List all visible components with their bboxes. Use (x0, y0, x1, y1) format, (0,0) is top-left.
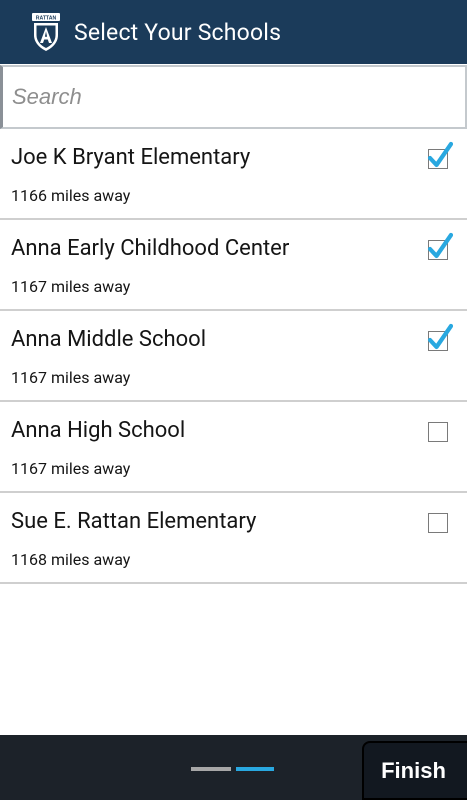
school-distance: 1166 miles away (11, 186, 131, 205)
school-row[interactable]: Sue E. Rattan Elementary 1168 miles away (0, 493, 467, 584)
school-list: Joe K Bryant Elementary 1166 miles away … (0, 129, 467, 584)
checkmark-icon (427, 323, 453, 350)
footer-bar: Finish (0, 735, 467, 800)
school-checkbox[interactable] (428, 513, 448, 533)
rattan-logo-icon: RATTAN (31, 12, 61, 52)
school-row[interactable]: Anna Middle School 1167 miles away (0, 311, 467, 402)
page-indicator-1 (191, 767, 231, 771)
school-distance: 1167 miles away (11, 277, 131, 296)
school-name: Joe K Bryant Elementary (11, 145, 251, 170)
school-distance: 1168 miles away (11, 550, 131, 569)
search-input[interactable] (3, 67, 465, 127)
school-row[interactable]: Anna Early Childhood Center 1167 miles a… (0, 220, 467, 311)
school-checkbox[interactable] (428, 422, 448, 442)
school-row[interactable]: Anna High School 1167 miles away (0, 402, 467, 493)
school-name: Anna Early Childhood Center (11, 236, 290, 261)
school-name: Anna High School (11, 418, 186, 443)
page-indicator-2-active (236, 767, 274, 771)
school-name: Sue E. Rattan Elementary (11, 509, 257, 534)
school-row[interactable]: Joe K Bryant Elementary 1166 miles away (0, 129, 467, 220)
finish-button[interactable]: Finish (362, 741, 467, 800)
checkmark-icon (427, 232, 453, 259)
school-checkbox[interactable] (427, 141, 453, 169)
school-name: Anna Middle School (11, 327, 207, 352)
checkmark-icon (427, 141, 453, 168)
school-distance: 1167 miles away (11, 368, 131, 387)
school-distance: 1167 miles away (11, 459, 131, 478)
svg-text:RATTAN: RATTAN (36, 15, 57, 21)
school-checkbox[interactable] (427, 232, 453, 260)
page-title: Select Your Schools (74, 18, 282, 46)
app-header: RATTAN Select Your Schools (0, 0, 467, 64)
school-checkbox[interactable] (427, 323, 453, 351)
search-box (0, 65, 467, 129)
